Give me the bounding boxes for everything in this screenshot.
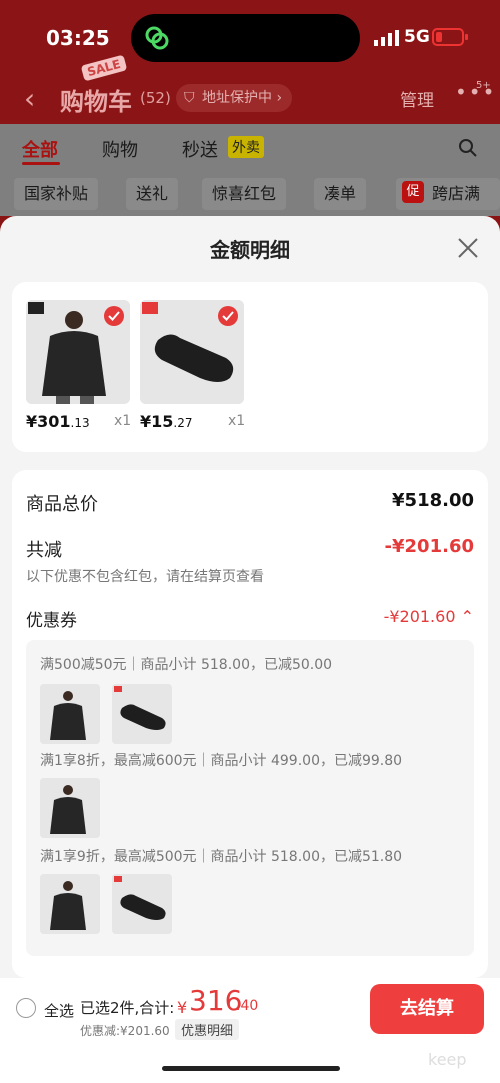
discount-detail-button[interactable]: 优惠明细 bbox=[175, 1019, 240, 1040]
product-socks-image[interactable] bbox=[140, 300, 244, 404]
chip-gift[interactable]: 送礼 bbox=[126, 178, 179, 210]
tab-flash-delivery[interactable]: 秒送 bbox=[182, 136, 218, 162]
manage-button[interactable]: 管理 bbox=[400, 86, 434, 111]
reduce-value: -¥201.60 bbox=[384, 536, 474, 557]
watermark: keep bbox=[428, 1050, 467, 1069]
tab-shopping[interactable]: 购物 bbox=[102, 136, 138, 162]
socks-thumbnail bbox=[112, 684, 172, 744]
dimmed-header: 03:25 5G ‹ SALE 购物车 (52) ⛉ 地址保护中 › 管理 ••… bbox=[0, 0, 500, 235]
address-protect-button[interactable]: ⛉ 地址保护中 › bbox=[176, 84, 293, 112]
chip-national-subsidy[interactable]: 国家补贴 bbox=[14, 178, 99, 210]
coupon-breakdown: 满500减50元｜商品小计 518.00，已减50.00 满1享8折，最高减60… bbox=[26, 640, 474, 956]
checkout-button[interactable]: 去结算 bbox=[370, 984, 484, 1034]
status-bar: 03:25 5G bbox=[0, 0, 500, 72]
search-icon[interactable] bbox=[458, 138, 478, 158]
item-qty: x1 bbox=[114, 413, 132, 429]
total-amount: 316 bbox=[189, 984, 243, 1017]
price-detail-card: 商品总价 ¥518.00 共减 -¥201.60 以下优惠不包含红包，请在结算页… bbox=[12, 470, 488, 978]
filter-chips: 国家补贴 送礼 惊喜红包 凑单 跨店满减 bbox=[0, 172, 500, 235]
total-price-value: ¥518.00 bbox=[392, 490, 474, 511]
jacket-thumbnail bbox=[40, 874, 100, 934]
back-icon[interactable]: ‹ bbox=[24, 82, 35, 115]
selected-check-icon bbox=[104, 306, 124, 326]
jacket-thumbnail bbox=[40, 684, 100, 744]
dynamic-island bbox=[131, 14, 360, 62]
promo-tag: 促 bbox=[402, 181, 424, 203]
chip-add-on[interactable]: 凑单 bbox=[314, 178, 367, 210]
cart-count: (52) bbox=[140, 89, 171, 107]
item-qty: x1 bbox=[228, 413, 246, 429]
selected-items-card: ¥301.13 x1 ¥15.27 x1 bbox=[12, 282, 488, 452]
reduce-label: 共减 bbox=[26, 540, 62, 561]
close-icon[interactable] bbox=[456, 236, 480, 260]
address-protect-label: 地址保护中 › bbox=[202, 90, 283, 106]
coupon-rule: 满1享8折，最高减600元｜商品小计 499.00，已减99.80 bbox=[40, 753, 403, 769]
link-icon bbox=[145, 26, 169, 50]
selected-count: 已选2件,合计: bbox=[80, 999, 175, 1017]
tab-all[interactable]: 全部 bbox=[22, 136, 58, 162]
coupon-value-toggle[interactable]: -¥201.60 ⌃ bbox=[384, 607, 474, 626]
network-type: 5G bbox=[404, 27, 430, 47]
more-badge: 5+ bbox=[476, 80, 491, 91]
product-jacket-image[interactable] bbox=[26, 300, 130, 404]
checkout-bar: 全选 已选2件,合计: ¥ 316 .40 优惠减:¥201.60 优惠明细 去… bbox=[0, 978, 500, 1083]
chip-red-packet[interactable]: 惊喜红包 bbox=[202, 178, 287, 210]
signal-icon bbox=[374, 30, 399, 46]
uniqlo-logo-icon bbox=[142, 302, 158, 314]
home-indicator[interactable] bbox=[162, 1066, 340, 1071]
selected-check-icon bbox=[218, 306, 238, 326]
discount-note: 以下优惠不包含红包，请在结算页查看 bbox=[26, 569, 264, 585]
tab-indicator bbox=[22, 162, 60, 165]
takeout-badge: 外卖 bbox=[228, 136, 264, 158]
socks-thumbnail bbox=[112, 874, 172, 934]
amount-detail-sheet: 金额明细 ¥301.13 x1 ¥15.27 x1 商品总价 ¥518.00 共… bbox=[0, 216, 500, 1083]
shield-icon: ⛉ bbox=[184, 90, 195, 106]
jacket-thumbnail bbox=[40, 778, 100, 838]
total-price-label: 商品总价 bbox=[26, 494, 98, 515]
select-all-radio[interactable] bbox=[16, 998, 36, 1018]
cart-navbar: ‹ SALE 购物车 (52) ⛉ 地址保护中 › 管理 ••• 5+ bbox=[0, 54, 500, 120]
page-title: 购物车 bbox=[60, 88, 132, 116]
select-all-label[interactable]: 全选 bbox=[44, 1000, 74, 1021]
total-decimal: .40 bbox=[236, 998, 259, 1014]
coupon-rule: 满500减50元｜商品小计 518.00，已减50.00 bbox=[40, 657, 333, 673]
item-price: ¥301.13 bbox=[26, 412, 90, 431]
discount-summary: 优惠减:¥201.60 bbox=[80, 1024, 170, 1038]
uniqlo-u-logo-icon bbox=[28, 302, 44, 314]
status-time: 03:25 bbox=[46, 26, 110, 50]
total-currency: ¥ bbox=[177, 998, 188, 1017]
sheet-title: 金额明细 bbox=[210, 238, 290, 262]
coupon-label: 优惠券 bbox=[26, 611, 77, 631]
coupon-rule: 满1享9折，最高减500元｜商品小计 518.00，已减51.80 bbox=[40, 849, 403, 865]
battery-icon bbox=[432, 28, 468, 46]
item-price: ¥15.27 bbox=[140, 412, 193, 431]
